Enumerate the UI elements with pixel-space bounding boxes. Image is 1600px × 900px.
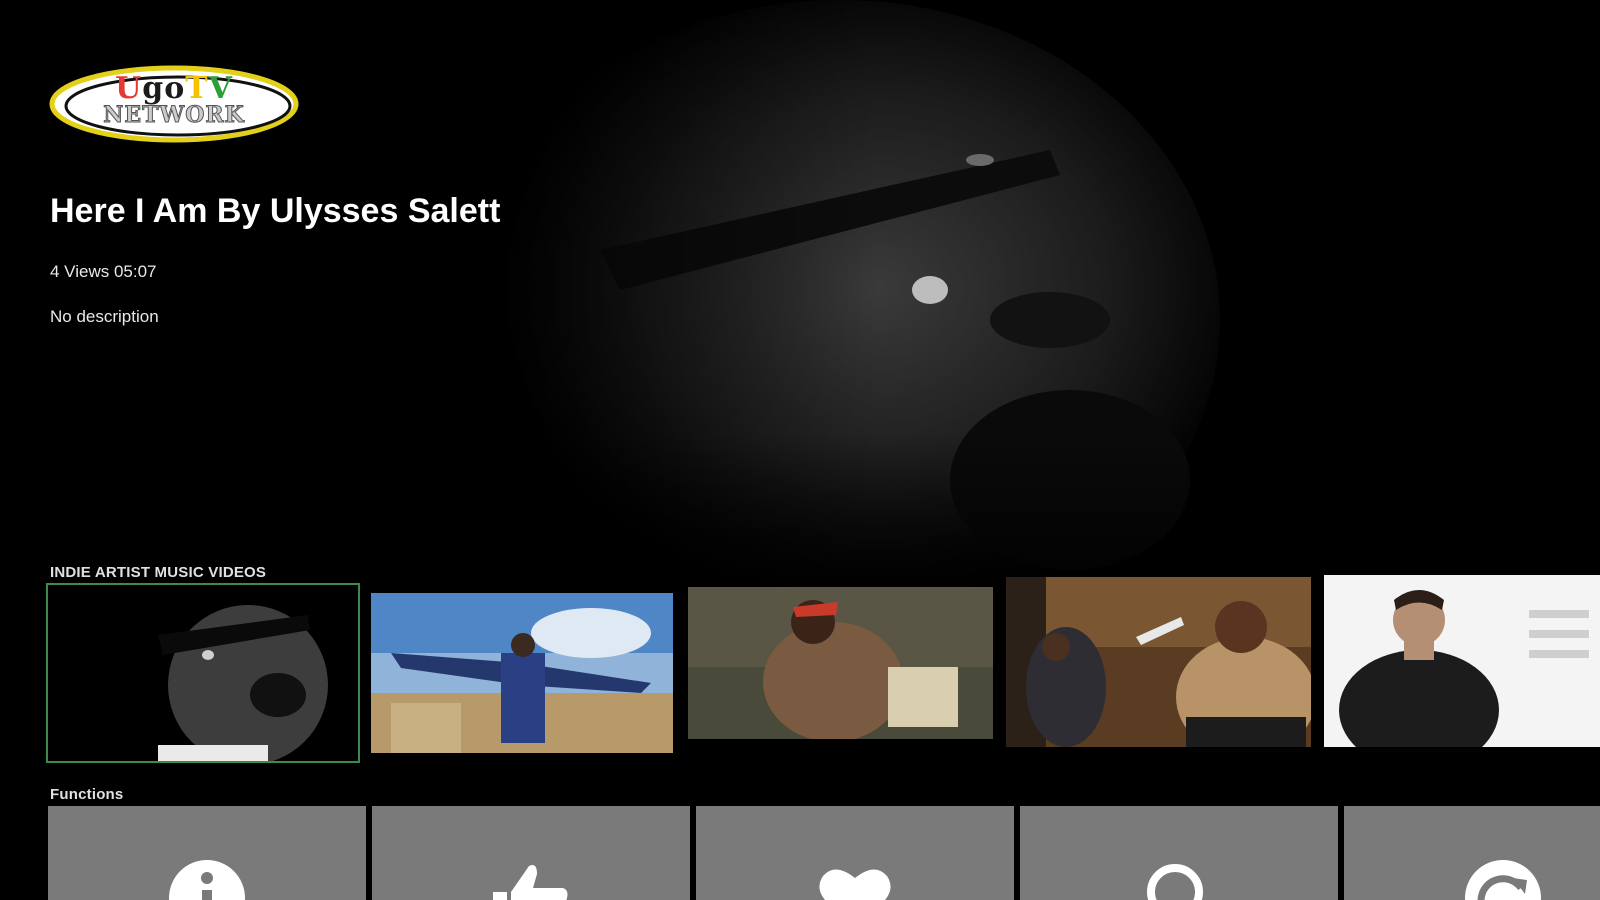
favorite-button[interactable] xyxy=(696,806,1014,900)
video-card-4[interactable] xyxy=(1006,577,1311,747)
video-card-5[interactable] xyxy=(1324,575,1600,747)
featured-meta: 4 Views 05:07 xyxy=(50,262,157,281)
logo-letter: V xyxy=(208,71,233,106)
row-title-functions: Functions xyxy=(50,786,124,803)
video-thumbnail xyxy=(371,593,673,753)
logo-letter: T xyxy=(185,71,209,106)
heart-icon xyxy=(815,858,895,900)
info-button[interactable] xyxy=(48,806,366,900)
logo-letter: U xyxy=(115,71,143,106)
logo-letter: g xyxy=(142,71,165,106)
like-button[interactable] xyxy=(372,806,690,900)
functions-row xyxy=(48,806,1600,900)
featured-title: Here I Am By Ulysses Salett xyxy=(50,192,501,230)
video-thumbnail xyxy=(1006,577,1311,747)
logo-subtitle: NETWORK xyxy=(103,102,245,128)
refresh-button[interactable] xyxy=(1344,806,1600,900)
featured-description: No description xyxy=(50,307,159,326)
video-card-2[interactable] xyxy=(371,593,673,753)
thumbs-up-icon xyxy=(491,858,571,900)
tv-home-screen: UgoTV NETWORK Here I Am By Ulysses Salet… xyxy=(0,0,1600,900)
search-button[interactable] xyxy=(1020,806,1338,900)
video-card-3[interactable] xyxy=(688,587,993,739)
search-icon xyxy=(1139,858,1219,900)
video-row xyxy=(46,575,1600,767)
row-title-videos: INDIE ARTIST MUSIC VIDEOS xyxy=(50,564,267,581)
video-card-1[interactable] xyxy=(46,583,360,763)
info-icon xyxy=(167,858,247,900)
logo-letter: o xyxy=(164,71,186,106)
video-thumbnail xyxy=(1324,575,1600,747)
video-thumbnail xyxy=(688,587,993,739)
logo-wordmark: UgoTV xyxy=(48,74,300,104)
ugotv-logo: UgoTV NETWORK xyxy=(48,64,300,144)
video-thumbnail xyxy=(48,585,358,761)
refresh-icon xyxy=(1463,858,1543,900)
